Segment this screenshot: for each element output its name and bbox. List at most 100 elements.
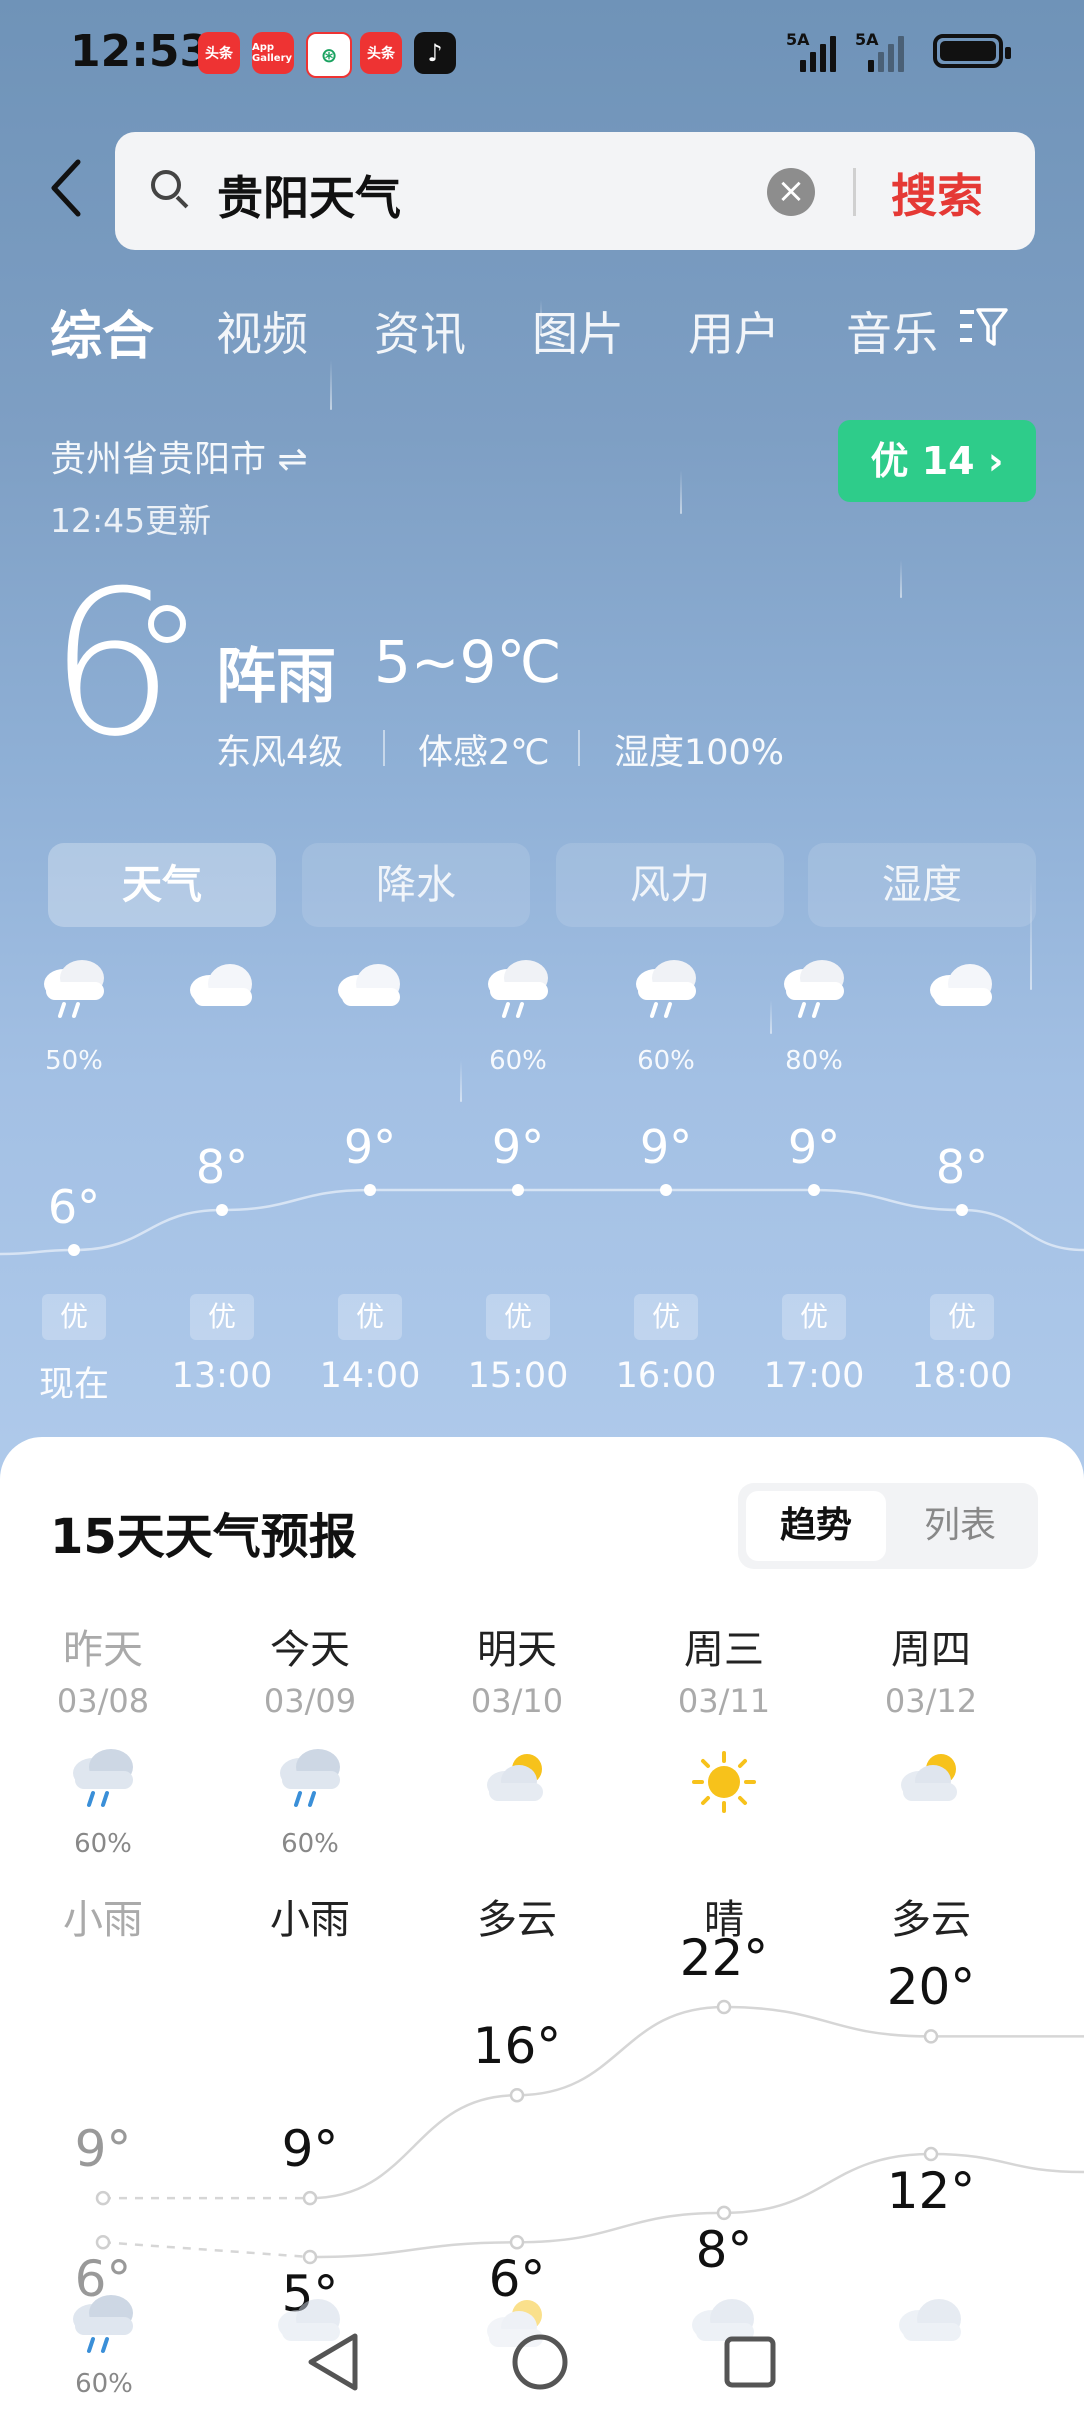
hourly-aqi-badge: 优 <box>930 1294 994 1340</box>
nav-back-icon[interactable] <box>305 2330 361 2394</box>
day-label: 今天 <box>270 1627 350 1673</box>
rain-cloud-icon <box>3 1749 203 1829</box>
low-line-point <box>716 2205 732 2221</box>
tab-all[interactable]: 综合 <box>50 294 154 369</box>
hourly-aqi-badge: 优 <box>486 1294 550 1340</box>
segment-precipitation[interactable]: 降水 <box>302 843 530 927</box>
wind-info: 东风4级 <box>216 733 344 773</box>
date-label: 03/11 <box>677 1682 771 1720</box>
toutiao-app-icon: 头条 <box>198 32 240 74</box>
high-line-point <box>302 2190 318 2206</box>
sun-icon <box>624 1749 824 1829</box>
high-line-point <box>716 1999 732 2015</box>
nav-home-icon[interactable] <box>510 2332 570 2392</box>
degree-symbol <box>148 605 186 643</box>
mobile-app-icon: ⊛ <box>306 32 352 78</box>
search-input[interactable]: 贵阳天气 <box>217 162 401 228</box>
hourly-precip: 60% <box>637 1046 695 1076</box>
status-time: 12:53 <box>70 26 211 77</box>
toggle-list[interactable]: 列表 <box>890 1491 1030 1561</box>
hourly-point <box>660 1184 672 1196</box>
day-condition: 小雨 <box>270 1897 350 1943</box>
search-button[interactable]: 搜索 <box>891 160 983 226</box>
tab-news[interactable]: 资讯 <box>374 298 466 364</box>
date-label: 03/10 <box>470 1682 564 1720</box>
rain-streak <box>330 360 332 410</box>
low-line <box>309 2152 1084 2259</box>
tab-video[interactable]: 视频 <box>216 298 308 364</box>
toggle-trend[interactable]: 趋势 <box>746 1491 886 1561</box>
hourly-aqi-badge: 优 <box>190 1294 254 1340</box>
hourly-time: 14:00 <box>319 1356 421 1396</box>
forecast-title: 15天天气预报 <box>50 1509 357 1565</box>
date-label: 03/08 <box>56 1682 150 1720</box>
hourly-time: 16:00 <box>615 1356 717 1396</box>
segment-wind[interactable]: 风力 <box>556 843 784 927</box>
status-bar: 12:53 头条 App Gallery ⊛ 头条 ♪ 5A 5A <box>0 0 1084 100</box>
hourly-time: 18:00 <box>911 1356 1013 1396</box>
signal-bars-2-icon <box>868 34 904 72</box>
segment-weather[interactable]: 天气 <box>48 843 276 927</box>
view-toggle[interactable]: 趋势 列表 <box>738 1483 1038 1569</box>
tab-users[interactable]: 用户 <box>688 298 780 364</box>
toutiao-app-icon-2: 头条 <box>360 32 402 74</box>
cloud-icon <box>888 960 1036 1012</box>
low-line-point <box>509 2235 525 2250</box>
low-line-past <box>102 2241 311 2259</box>
segment-humidity[interactable]: 湿度 <box>808 843 1036 927</box>
nav-recent-icon[interactable] <box>722 2334 778 2390</box>
rain-cloud-icon <box>592 960 740 1024</box>
day-condition: 多云 <box>891 1897 971 1943</box>
hourly-time: 13:00 <box>171 1356 273 1396</box>
app-gallery-icon: App Gallery <box>252 32 294 74</box>
hourly-line <box>0 1188 1084 1256</box>
hourly-time: 现在 <box>38 1365 109 1405</box>
hourly-point <box>216 1204 228 1216</box>
day-label: 明天 <box>477 1627 557 1673</box>
hourly-time: 15:00 <box>467 1356 569 1396</box>
rain-streak <box>680 470 682 514</box>
low-line-point <box>302 2249 318 2265</box>
day-condition: 小雨 <box>63 1897 143 1943</box>
back-arrow-icon[interactable] <box>48 158 84 218</box>
detail-divider <box>578 730 580 766</box>
hourly-precip: 80% <box>785 1046 843 1076</box>
tab-music[interactable]: 音乐 <box>846 298 938 364</box>
rain-cloud-icon <box>740 960 888 1024</box>
search-icon <box>151 170 181 200</box>
hourly-precip: 50% <box>45 1046 103 1076</box>
hourly-aqi-badge: 优 <box>782 1294 846 1340</box>
hourly-aqi-badge: 优 <box>42 1294 106 1340</box>
search-bar[interactable]: 贵阳天气 × 搜索 <box>115 132 1035 250</box>
day-label: 昨天 <box>63 1627 143 1673</box>
day-precip: 60% <box>74 1829 132 1859</box>
tab-images[interactable]: 图片 <box>532 298 624 364</box>
day-precip: 60% <box>281 1829 339 1859</box>
hourly-temperature-curve <box>0 1184 1084 1256</box>
date-label: 03/12 <box>884 1682 978 1720</box>
rain-cloud-icon <box>210 1749 410 1829</box>
current-condition: 阵雨 <box>216 642 336 712</box>
tiktok-app-icon: ♪ <box>414 32 456 74</box>
hourly-point <box>808 1184 820 1196</box>
temperature-range: 5~9℃ <box>374 628 562 696</box>
detail-divider <box>383 730 385 766</box>
sun-cloud-icon <box>831 1749 1031 1829</box>
high-line-point <box>509 2087 525 2103</box>
rain-cloud-icon <box>0 960 148 1024</box>
cloud-icon <box>296 960 444 1012</box>
aqi-badge[interactable]: 优 14 › <box>838 420 1036 502</box>
high-line-point <box>95 2190 111 2206</box>
hourly-aqi-badge: 优 <box>338 1294 402 1340</box>
clear-icon[interactable]: × <box>767 168 815 216</box>
humidity-info: 湿度100% <box>614 733 785 773</box>
rain-cloud-icon <box>444 960 592 1024</box>
date-label: 03/09 <box>263 1682 357 1720</box>
navigation-bar <box>0 2310 1084 2412</box>
location-label[interactable]: 贵州省贵阳市 ⇌ <box>50 430 308 482</box>
battery-icon <box>933 34 1011 68</box>
signal-bars-1-icon <box>800 34 836 72</box>
hourly-precip: 60% <box>489 1046 547 1076</box>
hourly-point <box>364 1184 376 1196</box>
filter-icon[interactable] <box>958 306 1008 350</box>
